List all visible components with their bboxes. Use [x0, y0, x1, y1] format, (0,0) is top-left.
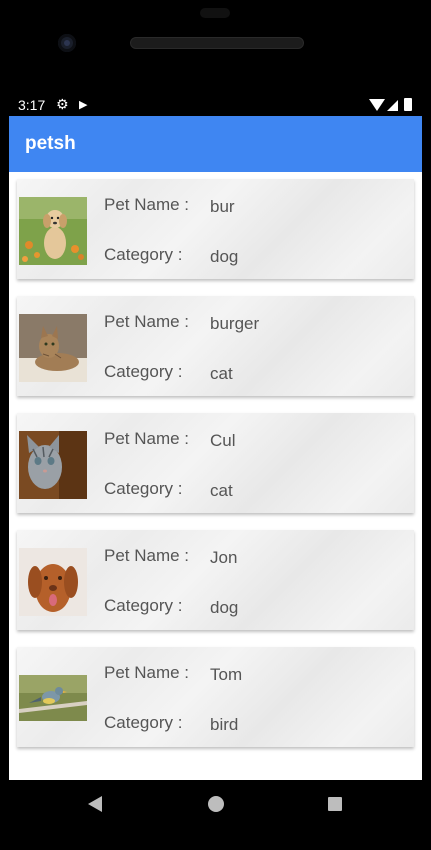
front-camera [58, 34, 76, 52]
app-bar: petsh [9, 116, 422, 172]
category-label: Category : [104, 362, 183, 381]
back-icon[interactable] [88, 796, 102, 812]
category-label: Category : [104, 713, 183, 732]
bird-on-branch-photo [19, 675, 87, 721]
pet-name-label: Pet Name : [104, 429, 190, 448]
wifi-icon [369, 99, 385, 111]
pet-name-label: Pet Name : [104, 312, 190, 331]
app-title: petsh [25, 133, 76, 154]
category-value: dog [210, 247, 239, 266]
pet-name-label: Pet Name : [104, 195, 190, 214]
tabby-cat-photo [19, 314, 87, 382]
golden-puppy-photo [19, 197, 87, 265]
category-label: Category : [104, 596, 183, 615]
speaker-grille [130, 37, 304, 49]
kitten-photo [19, 431, 87, 499]
gear-icon: ⚙ [56, 96, 69, 112]
brown-dog-photo [19, 548, 87, 616]
pet-name-value: burger [210, 314, 260, 333]
category-value: bird [210, 715, 239, 734]
pet-card[interactable]: Pet Name : burger Category : cat [17, 296, 414, 396]
pet-card[interactable]: Pet Name : Cul Category : cat [17, 413, 414, 513]
category-label: Category : [104, 479, 183, 498]
pet-card[interactable]: Pet Name : bur Category : dog [17, 179, 414, 279]
navigation-bar [0, 780, 431, 850]
category-value: cat [210, 481, 233, 500]
play-icon: ▶ [79, 99, 88, 111]
category-value: cat [210, 364, 233, 383]
pet-name-label: Pet Name : [104, 546, 190, 565]
pet-list[interactable]: Pet Name : bur Category : dog Pet Name :… [9, 172, 422, 780]
pet-name-label: Pet Name : [104, 663, 190, 682]
pet-name-value: Jon [210, 548, 238, 567]
pet-name-value: bur [210, 197, 235, 216]
phone-bezel [0, 0, 431, 95]
category-value: dog [210, 598, 239, 617]
signal-icon [387, 100, 398, 111]
recents-icon[interactable] [328, 797, 342, 811]
status-bar: 3:17 ⚙ ▶ [9, 95, 422, 116]
pet-name-value: Cul [210, 431, 236, 450]
pet-card[interactable]: Pet Name : Tom Category : bird [17, 647, 414, 747]
pet-card[interactable]: Pet Name : Jon Category : dog [17, 530, 414, 630]
pet-name-value: Tom [210, 665, 243, 684]
battery-icon [404, 98, 412, 111]
category-label: Category : [104, 245, 183, 264]
earpiece [200, 8, 230, 18]
status-time: 3:17 [18, 97, 46, 113]
home-icon[interactable] [208, 796, 224, 812]
